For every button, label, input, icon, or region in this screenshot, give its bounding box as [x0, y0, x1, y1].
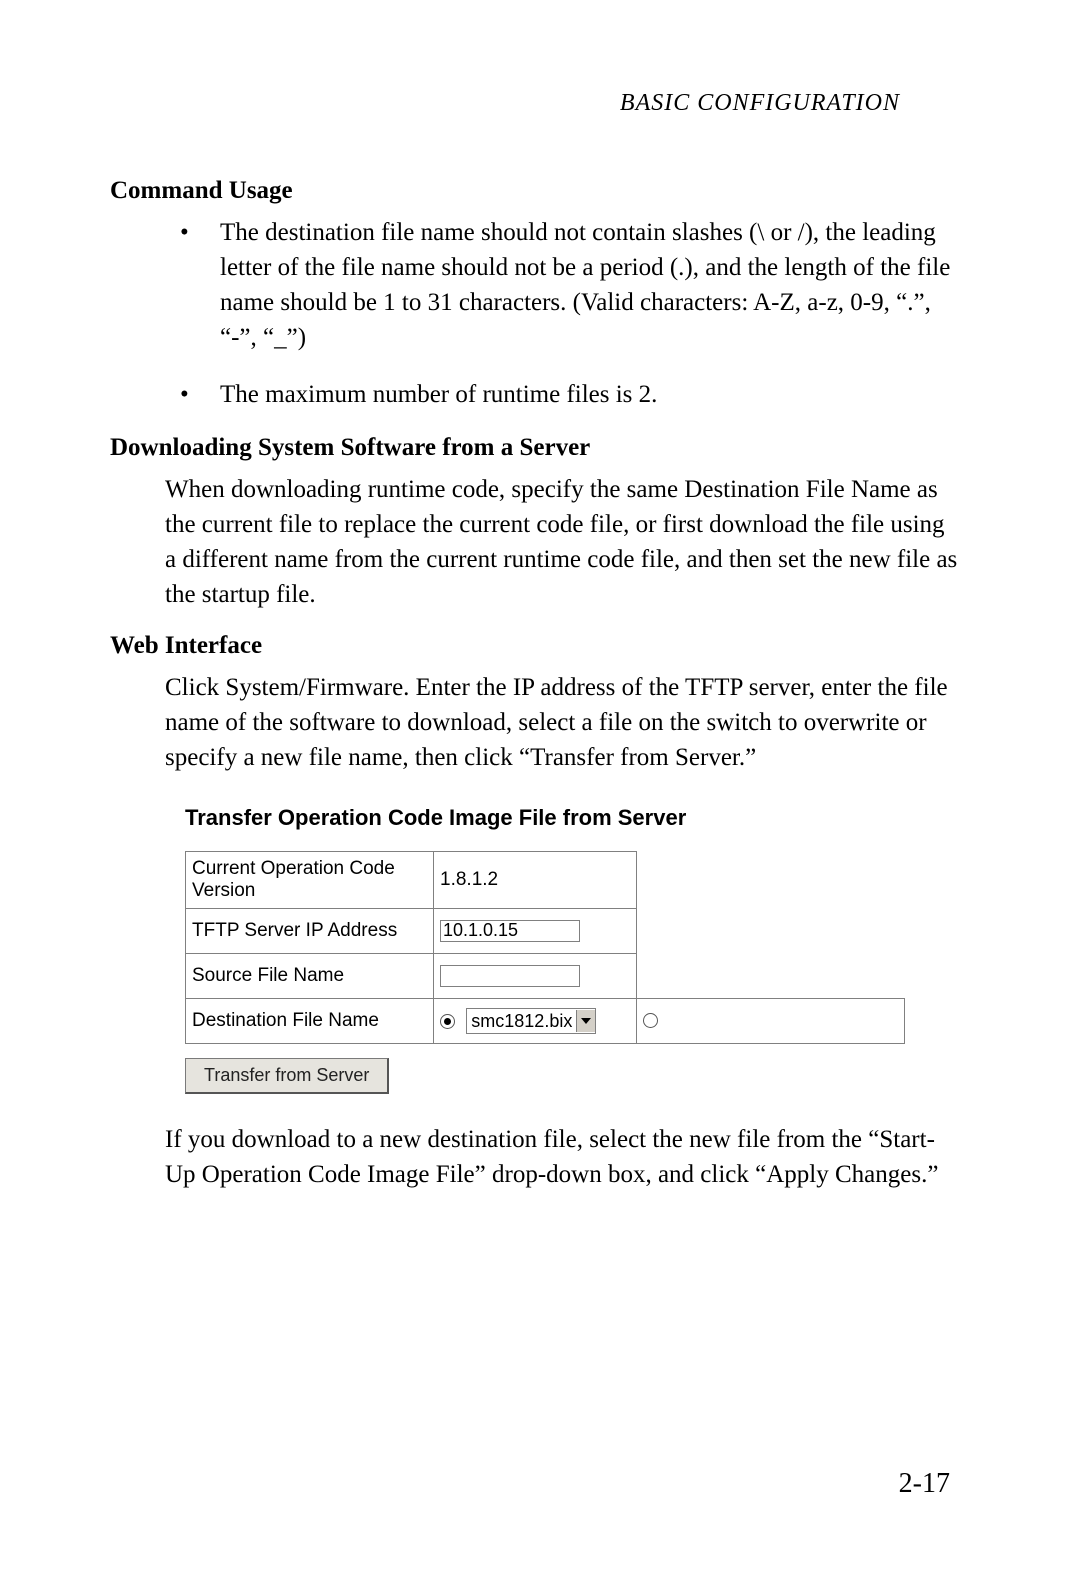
dest-file-label: Destination File Name	[186, 999, 434, 1044]
empty-cell	[637, 852, 905, 909]
source-file-input[interactable]	[440, 965, 580, 987]
source-file-cell	[434, 954, 637, 999]
source-file-label: Source File Name	[186, 954, 434, 999]
tftp-ip-input[interactable]	[440, 920, 580, 942]
downloading-paragraph: When downloading runtime code, specify t…	[165, 472, 960, 612]
dest-existing-radio[interactable]	[440, 1014, 455, 1029]
table-row: Source File Name	[186, 954, 905, 999]
page-number: 2-17	[899, 1468, 950, 1500]
command-usage-bullets: The destination file name should not con…	[165, 215, 960, 412]
transfer-from-server-button[interactable]: Transfer from Server	[185, 1058, 389, 1094]
transfer-ui-panel: Transfer Operation Code Image File from …	[185, 805, 905, 1094]
table-row: Current Operation Code Version 1.8.1.2	[186, 852, 905, 909]
dest-file-new-cell	[637, 999, 905, 1044]
transfer-form-table: Current Operation Code Version 1.8.1.2 T…	[185, 851, 905, 1044]
empty-cell	[637, 909, 905, 954]
bullet-item: The maximum number of runtime files is 2…	[165, 377, 960, 412]
transfer-ui-title: Transfer Operation Code Image File from …	[185, 805, 905, 831]
heading-downloading: Downloading System Software from a Serve…	[110, 434, 970, 462]
bullet-text: The maximum number of runtime files is 2…	[220, 381, 657, 408]
heading-web-interface: Web Interface	[110, 632, 970, 660]
tftp-ip-label: TFTP Server IP Address	[186, 909, 434, 954]
bullet-text: The destination file name should not con…	[220, 219, 950, 351]
tftp-ip-cell	[434, 909, 637, 954]
page-header: BASIC CONFIGURATION	[110, 90, 970, 117]
dest-file-select[interactable]: smc1812.bix	[466, 1008, 596, 1034]
post-ui-paragraph: If you download to a new destination fil…	[165, 1122, 960, 1192]
version-label: Current Operation Code Version	[186, 852, 434, 909]
chevron-down-icon	[576, 1010, 595, 1032]
web-interface-paragraph: Click System/Firmware. Enter the IP addr…	[165, 670, 960, 775]
heading-command-usage: Command Usage	[110, 177, 970, 205]
dest-new-radio[interactable]	[643, 1013, 658, 1028]
dest-file-existing-cell: smc1812.bix	[434, 999, 637, 1044]
version-value: 1.8.1.2	[434, 852, 637, 909]
dest-file-select-value: smc1812.bix	[467, 1011, 576, 1032]
table-row: TFTP Server IP Address	[186, 909, 905, 954]
empty-cell	[637, 954, 905, 999]
bullet-item: The destination file name should not con…	[165, 215, 960, 355]
header-text: BASIC CONFIGURATION	[620, 90, 900, 116]
table-row: Destination File Name smc1812.bix	[186, 999, 905, 1044]
